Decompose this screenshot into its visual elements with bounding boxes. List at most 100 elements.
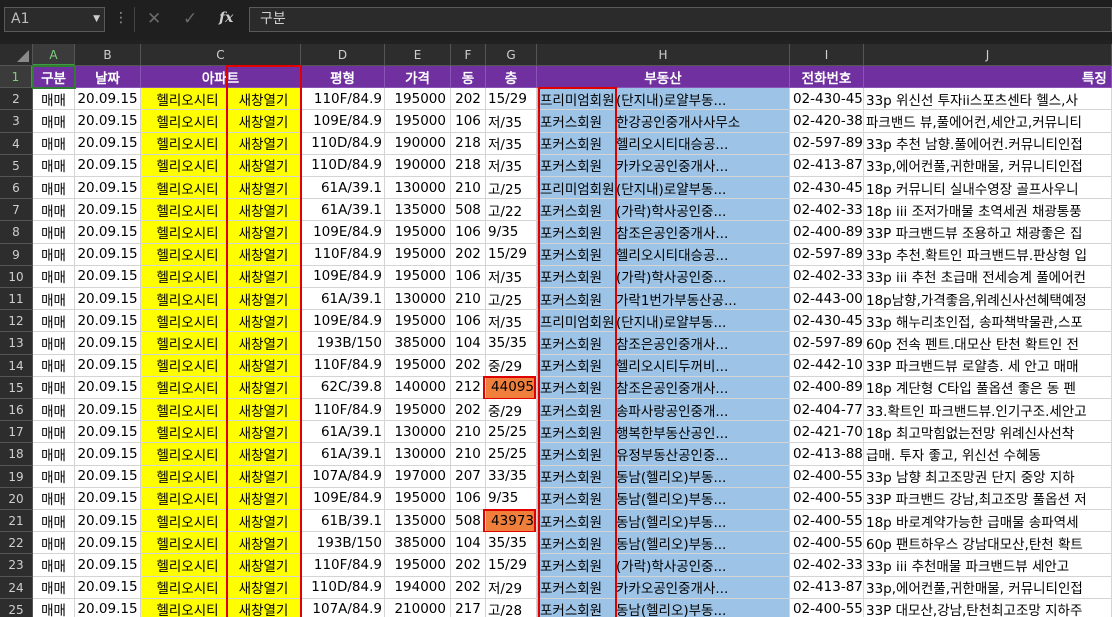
member-type-cell[interactable]: 포커스회원	[537, 532, 616, 555]
member-type-cell[interactable]: 포커스회원	[537, 598, 616, 617]
apartment-cell[interactable]: 헬리오시티	[141, 110, 227, 133]
phone-cell[interactable]: 02-421-70	[790, 421, 864, 444]
feature-cell[interactable]: 33p 위신선 투자ii스포츠센타 헬스,사	[864, 88, 1112, 111]
feature-cell[interactable]: 18p남향,가격좋음,위례신사선혜택예정	[864, 288, 1112, 311]
size-cell[interactable]: 61A/39.1	[301, 177, 385, 200]
new-window-link-cell[interactable]: 새창열기	[227, 154, 301, 177]
new-window-link-cell[interactable]: 새창열기	[227, 554, 301, 577]
header-cell-동[interactable]: 동	[451, 66, 486, 89]
phone-cell[interactable]: 02-442-10	[790, 354, 864, 377]
row-header[interactable]: 15	[0, 376, 33, 399]
date-cell[interactable]: 20.09.15	[75, 310, 141, 333]
floor-cell[interactable]: 저/29	[486, 576, 537, 599]
phone-cell[interactable]: 02-597-89	[790, 132, 864, 155]
realtor-cell[interactable]: (가락)학사공인중...	[616, 554, 790, 577]
feature-cell[interactable]: 18p 커뮤니티 실내수영장 골프사우니	[864, 177, 1112, 200]
feature-cell[interactable]: 18p 최고막힘없는전망 위례신사선착	[864, 421, 1112, 444]
size-cell[interactable]: 109E/84.9	[301, 265, 385, 288]
phone-cell[interactable]: 02-400-55	[790, 510, 864, 533]
phone-cell[interactable]: 02-402-33	[790, 265, 864, 288]
deal-type-cell[interactable]: 매매	[33, 399, 75, 422]
apartment-cell[interactable]: 헬리오시티	[141, 88, 227, 111]
floor-cell[interactable]: 중/29	[486, 354, 537, 377]
building-cell[interactable]: 106	[451, 110, 486, 133]
feature-cell[interactable]: 33P 파크밴드뷰 조용하고 채광좋은 집	[864, 221, 1112, 244]
member-type-cell[interactable]: 포커스회원	[537, 399, 616, 422]
realtor-cell[interactable]: (단지내)로얄부동...	[616, 177, 790, 200]
apartment-cell[interactable]: 헬리오시티	[141, 265, 227, 288]
apartment-cell[interactable]: 헬리오시티	[141, 399, 227, 422]
apartment-cell[interactable]: 헬리오시티	[141, 465, 227, 488]
size-cell[interactable]: 61B/39.1	[301, 510, 385, 533]
member-type-cell[interactable]: 포커스회원	[537, 510, 616, 533]
size-cell[interactable]: 110D/84.9	[301, 154, 385, 177]
phone-cell[interactable]: 02-413-87	[790, 154, 864, 177]
header-cell-특징[interactable]: 특징	[864, 66, 1112, 89]
deal-type-cell[interactable]: 매매	[33, 598, 75, 617]
row-header[interactable]: 7	[0, 199, 33, 222]
price-cell[interactable]: 195000	[385, 265, 451, 288]
row-header[interactable]: 18	[0, 443, 33, 466]
new-window-link-cell[interactable]: 새창열기	[227, 177, 301, 200]
phone-cell[interactable]: 02-400-55	[790, 532, 864, 555]
member-type-cell[interactable]: 포커스회원	[537, 376, 616, 399]
member-type-cell[interactable]: 포커스회원	[537, 199, 616, 222]
price-cell[interactable]: 130000	[385, 177, 451, 200]
deal-type-cell[interactable]: 매매	[33, 221, 75, 244]
date-cell[interactable]: 20.09.15	[75, 243, 141, 266]
member-type-cell[interactable]: 포커스회원	[537, 265, 616, 288]
phone-cell[interactable]: 02-420-38	[790, 110, 864, 133]
date-cell[interactable]: 20.09.15	[75, 443, 141, 466]
floor-cell[interactable]: 43973	[486, 510, 537, 533]
header-cell-구분[interactable]: 구분	[33, 66, 75, 89]
header-cell-가격[interactable]: 가격	[385, 66, 451, 89]
row-header[interactable]: 24	[0, 576, 33, 599]
price-cell[interactable]: 140000	[385, 376, 451, 399]
size-cell[interactable]: 110D/84.9	[301, 576, 385, 599]
phone-cell[interactable]: 02-443-00	[790, 288, 864, 311]
date-cell[interactable]: 20.09.15	[75, 376, 141, 399]
realtor-cell[interactable]: (가락)학사공인중...	[616, 265, 790, 288]
realtor-cell[interactable]: 송파사랑공인중개...	[616, 399, 790, 422]
price-cell[interactable]: 190000	[385, 132, 451, 155]
building-cell[interactable]: 202	[451, 354, 486, 377]
floor-cell[interactable]: 35/35	[486, 532, 537, 555]
size-cell[interactable]: 110F/84.9	[301, 354, 385, 377]
feature-cell[interactable]: 33p 해누리초인접, 송파책박물관,스포	[864, 310, 1112, 333]
feature-cell[interactable]: 33p 추천.확트인 파크밴드뷰.판상형 입	[864, 243, 1112, 266]
building-cell[interactable]: 202	[451, 399, 486, 422]
new-window-link-cell[interactable]: 새창열기	[227, 576, 301, 599]
size-cell[interactable]: 109E/84.9	[301, 110, 385, 133]
size-cell[interactable]: 109E/84.9	[301, 221, 385, 244]
date-cell[interactable]: 20.09.15	[75, 332, 141, 355]
feature-cell[interactable]: 33P 파크밴드 강남,최고조망 풀옵션 저	[864, 487, 1112, 510]
header-cell-평형[interactable]: 평형	[301, 66, 385, 89]
new-window-link-cell[interactable]: 새창열기	[227, 88, 301, 111]
price-cell[interactable]: 385000	[385, 332, 451, 355]
date-cell[interactable]: 20.09.15	[75, 354, 141, 377]
member-type-cell[interactable]: 포커스회원	[537, 421, 616, 444]
column-header-c[interactable]: C	[141, 44, 301, 66]
price-cell[interactable]: 195000	[385, 399, 451, 422]
apartment-cell[interactable]: 헬리오시티	[141, 243, 227, 266]
price-cell[interactable]: 195000	[385, 88, 451, 111]
apartment-cell[interactable]: 헬리오시티	[141, 598, 227, 617]
size-cell[interactable]: 193B/150	[301, 332, 385, 355]
building-cell[interactable]: 508	[451, 199, 486, 222]
feature-cell[interactable]: 33p 남향 최고조망권 단지 중앙 지하	[864, 465, 1112, 488]
row-header[interactable]: 9	[0, 243, 33, 266]
apartment-cell[interactable]: 헬리오시티	[141, 443, 227, 466]
deal-type-cell[interactable]: 매매	[33, 154, 75, 177]
deal-type-cell[interactable]: 매매	[33, 199, 75, 222]
size-cell[interactable]: 110F/84.9	[301, 88, 385, 111]
enter-check-icon[interactable]: ✓	[183, 9, 197, 29]
deal-type-cell[interactable]: 매매	[33, 243, 75, 266]
date-cell[interactable]: 20.09.15	[75, 199, 141, 222]
price-cell[interactable]: 385000	[385, 532, 451, 555]
floor-cell[interactable]: 15/29	[486, 243, 537, 266]
floor-cell[interactable]: 33/35	[486, 465, 537, 488]
phone-cell[interactable]: 02-430-45	[790, 310, 864, 333]
price-cell[interactable]: 130000	[385, 421, 451, 444]
deal-type-cell[interactable]: 매매	[33, 265, 75, 288]
feature-cell[interactable]: 파크밴드 뷰,풀에어컨,세안고,커뮤니티	[864, 110, 1112, 133]
